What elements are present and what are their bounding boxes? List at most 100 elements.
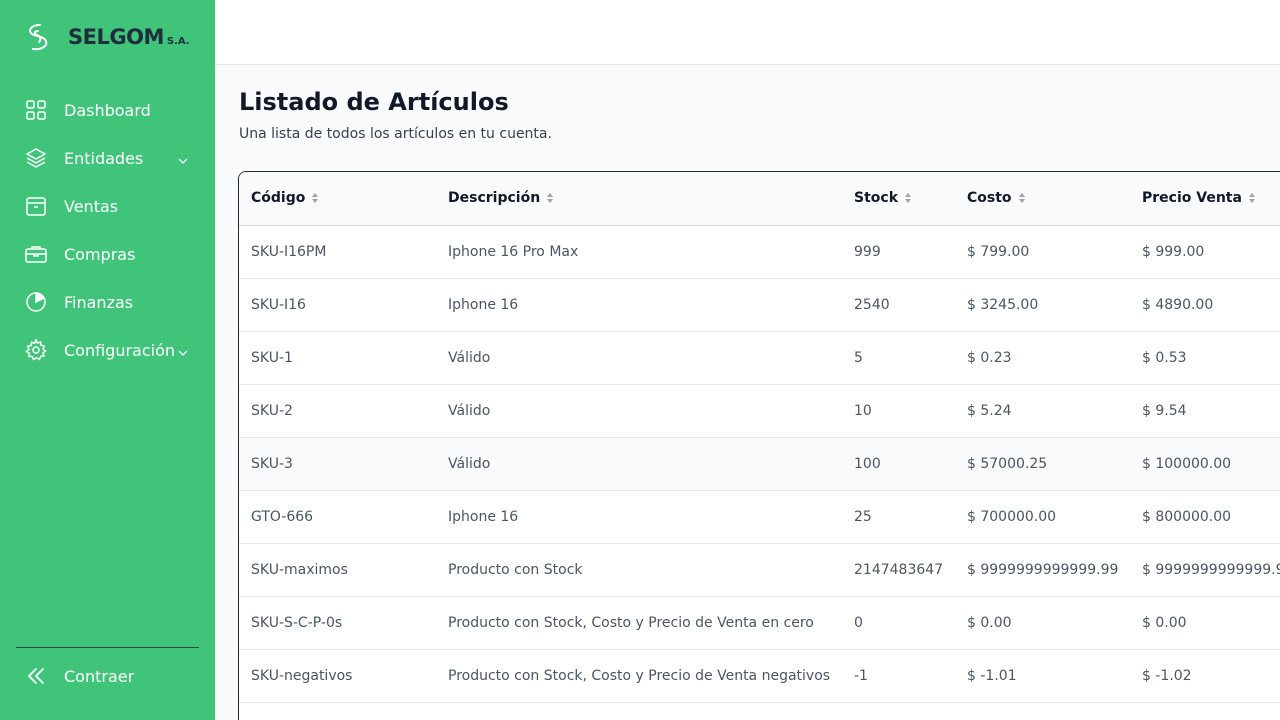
- sort-icon[interactable]: [546, 192, 554, 204]
- table-row[interactable]: SKU-I16PM Iphone 16 Pro Max 999 $ 799.00 $ 9…: [239, 225, 1280, 279]
- articles-table: Código Descripción Stock Costo Precio Venta …: [239, 172, 1280, 703]
- table-cell: Iphone 16: [436, 490, 842, 544]
- sidebar-item-dashboard[interactable]: Dashboard: [16, 86, 199, 134]
- chevron-down-icon: [177, 152, 189, 164]
- sidebar-item-label: Compras: [64, 244, 136, 264]
- table-cell: 10: [842, 384, 955, 438]
- sort-icon[interactable]: [1248, 192, 1256, 204]
- sidebar-item-label: Ventas: [64, 196, 119, 216]
- column-header[interactable]: Código: [239, 172, 436, 226]
- sidebar-item-label: Entidades: [64, 148, 144, 168]
- column-header[interactable]: Costo: [955, 172, 1130, 226]
- table-cell: $ 0.53: [1130, 331, 1280, 385]
- table-cell: 2147483647: [842, 543, 955, 597]
- brand-name: SELGOM: [68, 25, 164, 49]
- table-cell: Producto con Stock, Costo y Precio de Ve…: [436, 649, 842, 703]
- brand-suffix: S.A.: [166, 35, 190, 47]
- table-cell: 5: [842, 331, 955, 385]
- table-row[interactable]: SKU-3 Válido 100 $ 57000.25 $ 100000.00: [239, 437, 1280, 491]
- table-cell: $ 800000.00: [1130, 490, 1280, 544]
- dashboard-grid-icon: [24, 98, 48, 122]
- table-cell: Producto con Stock, Costo y Precio de Ve…: [436, 596, 842, 650]
- table-header-row: Código Descripción Stock Costo Precio Venta: [239, 172, 1280, 226]
- table-cell: SKU-maximos: [239, 543, 436, 597]
- top-bar: [215, 0, 1280, 65]
- table-cell: Válido: [436, 437, 842, 491]
- sidebar-item-entidades[interactable]: Entidades: [16, 134, 199, 182]
- table-cell: SKU-I16: [239, 278, 436, 332]
- gear-icon: [24, 338, 48, 362]
- briefcase-icon: [24, 242, 48, 266]
- column-header[interactable]: Precio Venta: [1130, 172, 1280, 226]
- pie-chart-icon: [24, 290, 48, 314]
- table-row[interactable]: SKU-2 Válido 10 $ 5.24 $ 9.54: [239, 384, 1280, 438]
- table-cell: $ 799.00: [955, 225, 1130, 279]
- page-header: Listado de Artículos Una lista de todos …: [239, 88, 552, 142]
- sidebar: SELGOM S.A. Dashboard Entidades Ventas C…: [0, 0, 215, 720]
- articles-table-container: Código Descripción Stock Costo Precio Venta …: [238, 171, 1280, 720]
- column-header-label: Descripción: [448, 190, 541, 207]
- collapse-label: Contraer: [64, 666, 135, 686]
- table-row[interactable]: SKU-I16 Iphone 16 2540 $ 3245.00 $ 4890.00: [239, 278, 1280, 332]
- table-cell: $ 0.00: [955, 596, 1130, 650]
- table-row[interactable]: GTO-666 Iphone 16 25 $ 700000.00 $ 800000.00: [239, 490, 1280, 544]
- sort-icon[interactable]: [1018, 192, 1026, 204]
- table-cell: SKU-2: [239, 384, 436, 438]
- table-row[interactable]: SKU-negativos Producto con Stock, Costo y…: [239, 649, 1280, 703]
- column-header-label: Código: [251, 190, 306, 207]
- table-cell: Iphone 16 Pro Max: [436, 225, 842, 279]
- table-cell: $ 57000.25: [955, 437, 1130, 491]
- table-cell: SKU-1: [239, 331, 436, 385]
- table-cell: SKU-3: [239, 437, 436, 491]
- sidebar-item-ventas[interactable]: Ventas: [16, 182, 199, 230]
- table-cell: GTO-666: [239, 490, 436, 544]
- table-cell: $ -1.02: [1130, 649, 1280, 703]
- table-cell: $ 700000.00: [955, 490, 1130, 544]
- table-cell: Válido: [436, 384, 842, 438]
- sidebar-item-label: Dashboard: [64, 100, 151, 120]
- table-cell: $ 0.00: [1130, 596, 1280, 650]
- table-cell: $ 9999999999999.99: [1130, 543, 1280, 597]
- table-cell: $ 3245.00: [955, 278, 1130, 332]
- page-title: Listado de Artículos: [239, 88, 509, 116]
- table-cell: $ 9.54: [1130, 384, 1280, 438]
- column-header[interactable]: Descripción: [436, 172, 842, 226]
- table-cell: SKU-negativos: [239, 649, 436, 703]
- table-body: SKU-I16PM Iphone 16 Pro Max 999 $ 799.00 $ 9…: [239, 225, 1280, 703]
- column-header-label: Precio Venta: [1142, 190, 1242, 207]
- table-cell: Válido: [436, 331, 842, 385]
- sort-icon[interactable]: [904, 192, 912, 204]
- sort-icon[interactable]: [311, 192, 319, 204]
- collapse-button[interactable]: Contraer: [24, 664, 134, 688]
- table-cell: $ 100000.00: [1130, 437, 1280, 491]
- selgom-logo-icon: [24, 22, 52, 52]
- layers-icon: [24, 146, 48, 170]
- sidebar-item-configuracion[interactable]: Configuración: [16, 326, 199, 374]
- column-header[interactable]: Stock: [842, 172, 955, 226]
- chevron-down-icon: [177, 344, 189, 356]
- table-cell: SKU-S-C-P-0s: [239, 596, 436, 650]
- page-subtitle: Una lista de todos los artículos en tu c…: [239, 126, 552, 142]
- table-cell: 25: [842, 490, 955, 544]
- table-cell: $ 0.23: [955, 331, 1130, 385]
- table-cell: 100: [842, 437, 955, 491]
- table-cell: Iphone 16: [436, 278, 842, 332]
- table-row[interactable]: SKU-1 Válido 5 $ 0.23 $ 0.53: [239, 331, 1280, 385]
- table-cell: Producto con Stock: [436, 543, 842, 597]
- table-cell: 0: [842, 596, 955, 650]
- table-cell: -1: [842, 649, 955, 703]
- table-cell: $ 4890.00: [1130, 278, 1280, 332]
- table-cell: $ 999.00: [1130, 225, 1280, 279]
- table-row[interactable]: SKU-S-C-P-0s Producto con Stock, Costo y …: [239, 596, 1280, 650]
- sidebar-item-finanzas[interactable]: Finanzas: [16, 278, 199, 326]
- sidebar-item-label: Configuración: [64, 340, 176, 360]
- column-header-label: Costo: [967, 190, 1012, 207]
- brand[interactable]: SELGOM S.A.: [24, 22, 190, 52]
- table-row[interactable]: SKU-maximos Producto con Stock 2147483647 $…: [239, 543, 1280, 597]
- table-cell: $ -1.01: [955, 649, 1130, 703]
- sidebar-item-compras[interactable]: Compras: [16, 230, 199, 278]
- table-cell: $ 9999999999999.99: [955, 543, 1130, 597]
- column-header-label: Stock: [854, 190, 899, 207]
- table-cell: 2540: [842, 278, 955, 332]
- table-cell: SKU-I16PM: [239, 225, 436, 279]
